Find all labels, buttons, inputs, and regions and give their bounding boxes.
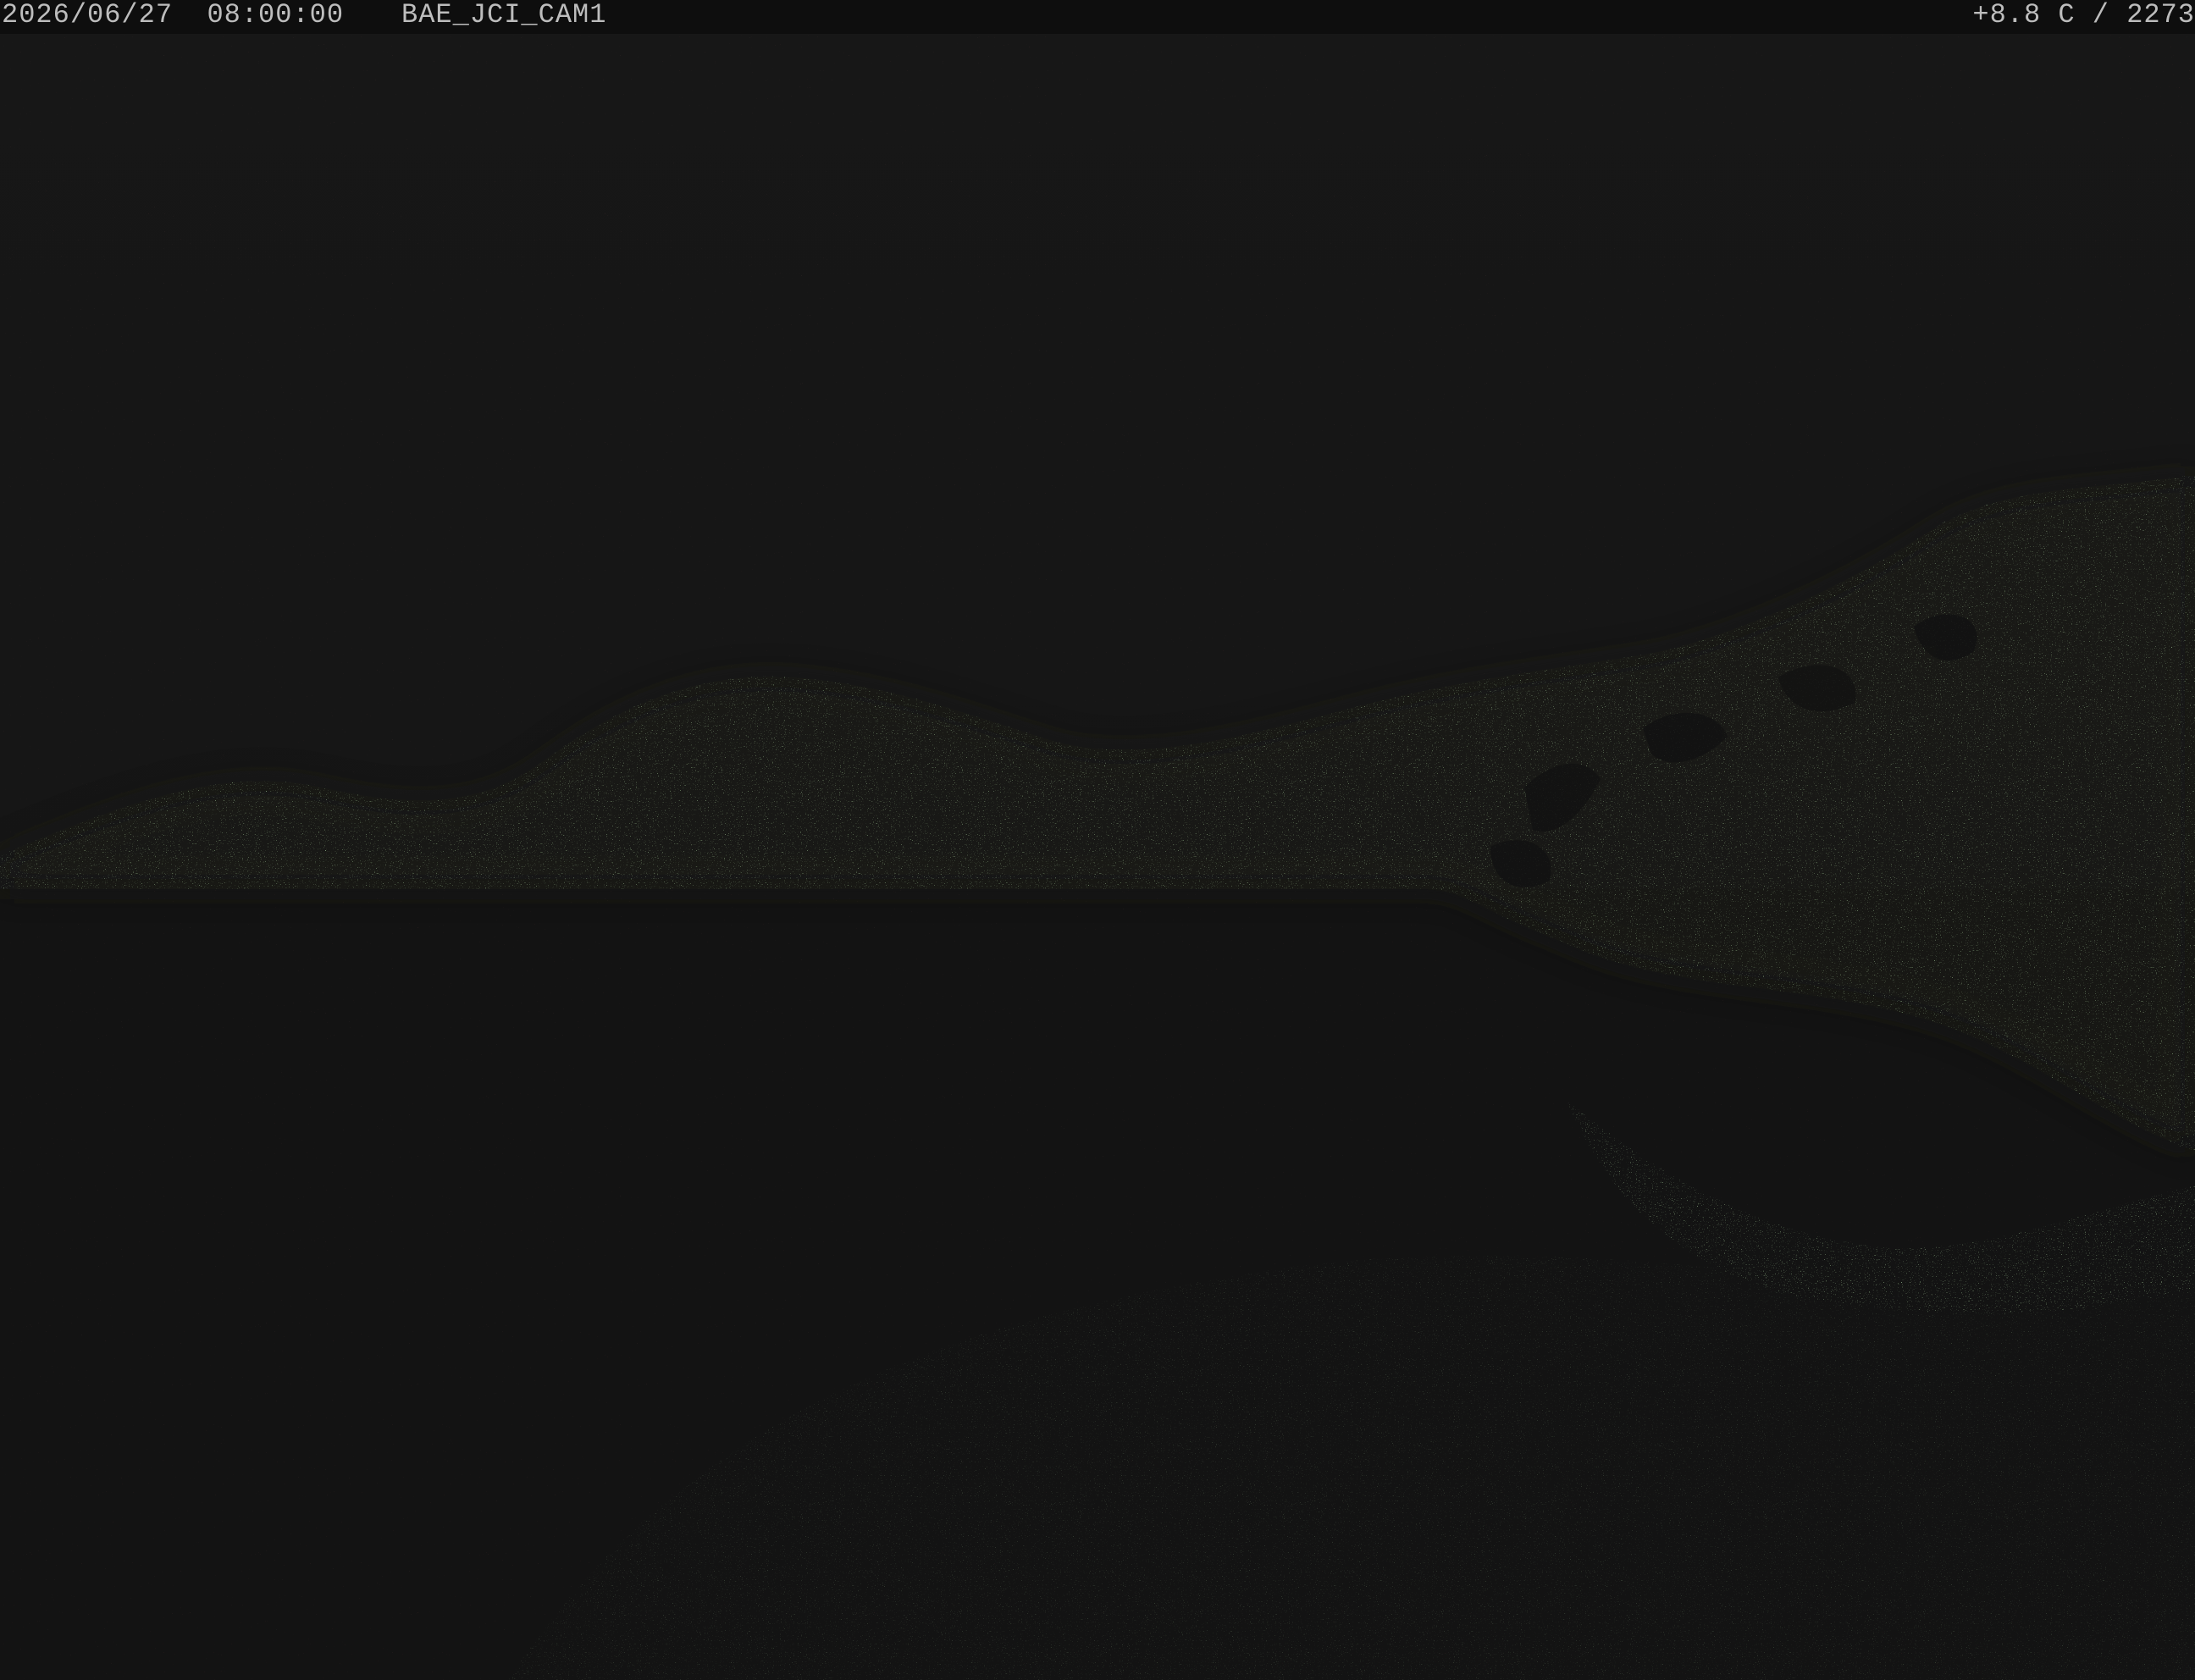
- osd-bar: 2026/06/27 08:00:00 BAE_JCI_CAM1 +8.8 C …: [0, 0, 2195, 34]
- camera-id: BAE_JCI_CAM1: [401, 0, 607, 30]
- webcam-frame: 2026/06/27 08:00:00 BAE_JCI_CAM1 +8.8 C …: [0, 0, 2195, 1680]
- webcam-scene: [0, 0, 2195, 1680]
- timestamp: 2026/06/27 08:00:00: [2, 0, 345, 30]
- sensor-reading: +8.8 C / 2273: [1972, 0, 2195, 30]
